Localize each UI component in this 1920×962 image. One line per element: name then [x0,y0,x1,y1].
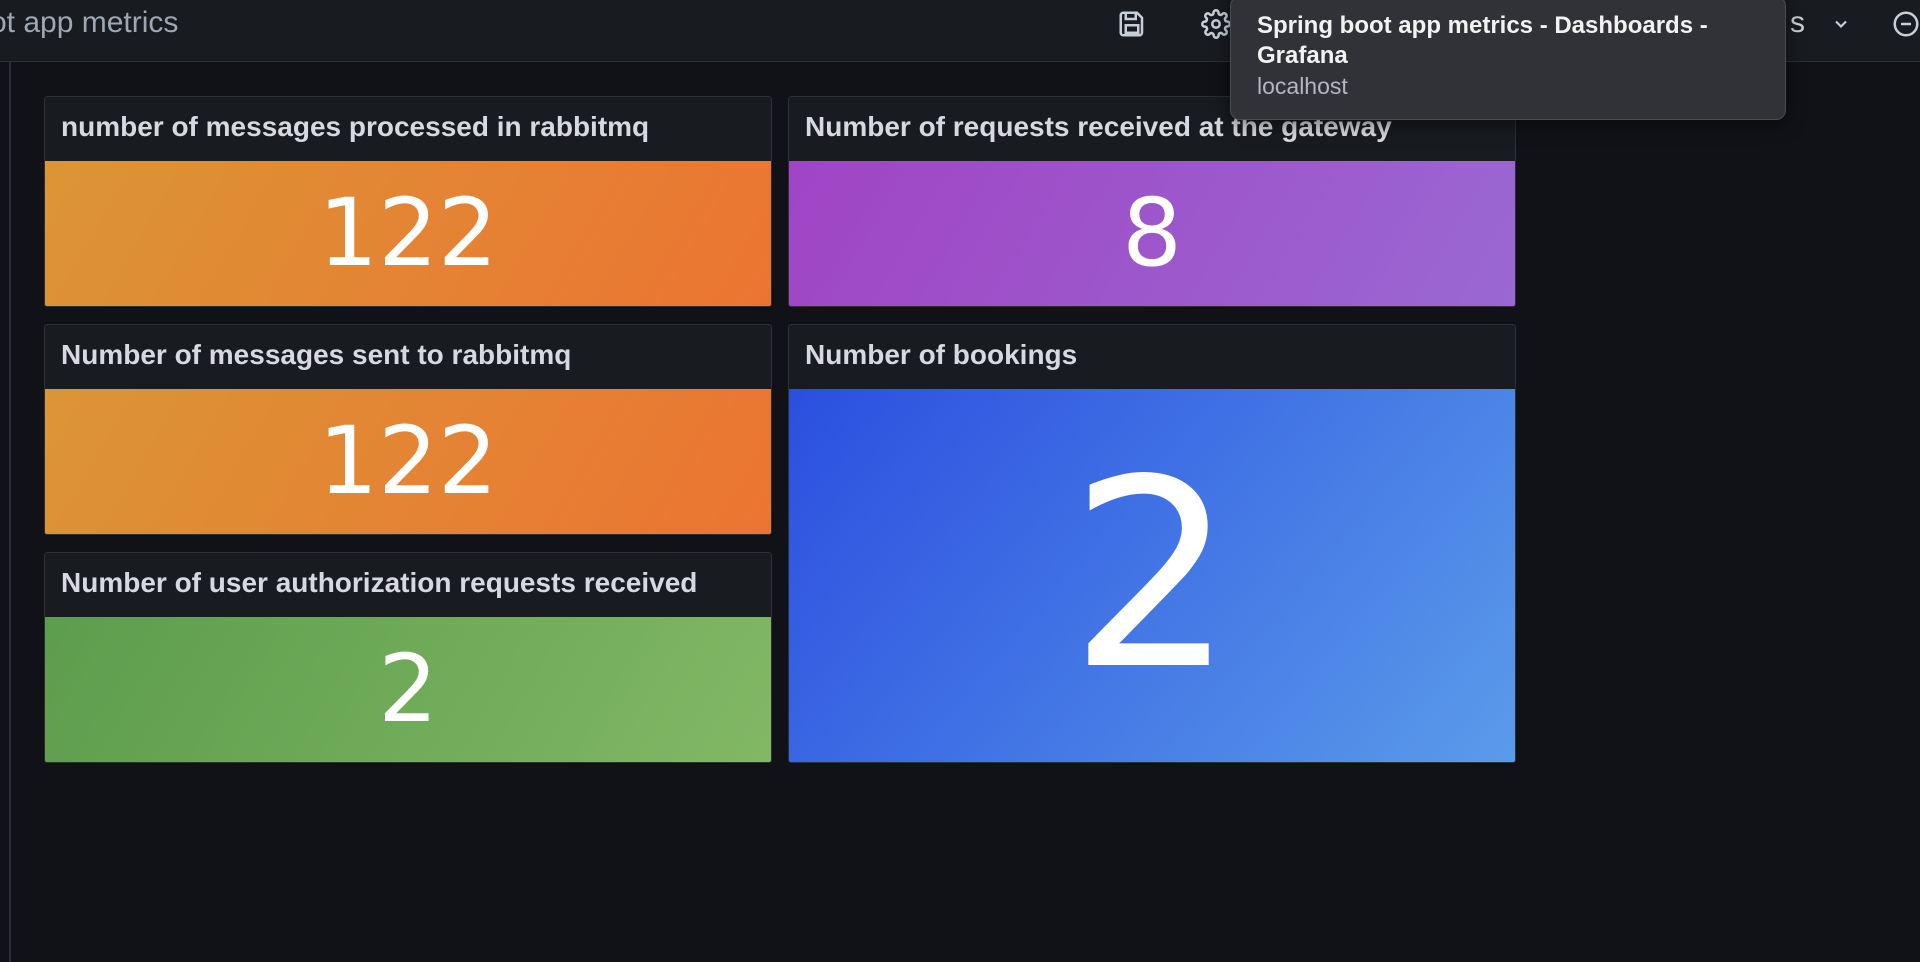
panel-title[interactable]: number of messages processed in rabbitmq [61,111,649,143]
stat-value-area: 122 [45,161,771,306]
chevron-down-icon[interactable] [1826,8,1856,40]
tooltip-subtitle: localhost [1257,73,1348,99]
zoom-out-icon[interactable] [1890,8,1920,40]
stat-value: 2 [378,634,438,744]
stat-value-area: 122 [45,389,771,534]
stat-value: 122 [318,178,498,288]
tab-tooltip: Spring boot app metrics - Dashboards - G… [1230,0,1786,120]
stat-panel-gateway-requests[interactable]: Number of requests received at the gatew… [788,96,1516,307]
stat-value-area: 8 [789,161,1515,306]
dashboard-title[interactable]: ot app metrics [0,6,178,40]
stat-panel-user-auth-requests[interactable]: Number of user authorization requests re… [44,552,772,763]
stat-value: 2 [1069,424,1235,727]
stat-value-area: 2 [789,389,1515,762]
panel-title[interactable]: Number of user authorization requests re… [61,567,697,599]
panel-title[interactable]: Number of bookings [805,339,1077,371]
stat-value-area: 2 [45,617,771,762]
tooltip-title: Spring boot app metrics - Dashboards - G… [1257,12,1708,69]
side-rail [0,62,11,962]
stat-panel-messages-sent[interactable]: Number of messages sent to rabbitmq 122 [44,324,772,535]
stat-value: 122 [318,406,498,516]
time-range-label[interactable]: s [1790,6,1805,40]
panel-title[interactable]: Number of messages sent to rabbitmq [61,339,571,371]
gear-icon[interactable] [1200,8,1232,40]
stat-value: 8 [1122,178,1182,288]
stat-panel-bookings[interactable]: Number of bookings 2 [788,324,1516,763]
save-icon[interactable] [1116,8,1148,40]
stat-panel-messages-processed[interactable]: number of messages processed in rabbitmq… [44,96,772,307]
